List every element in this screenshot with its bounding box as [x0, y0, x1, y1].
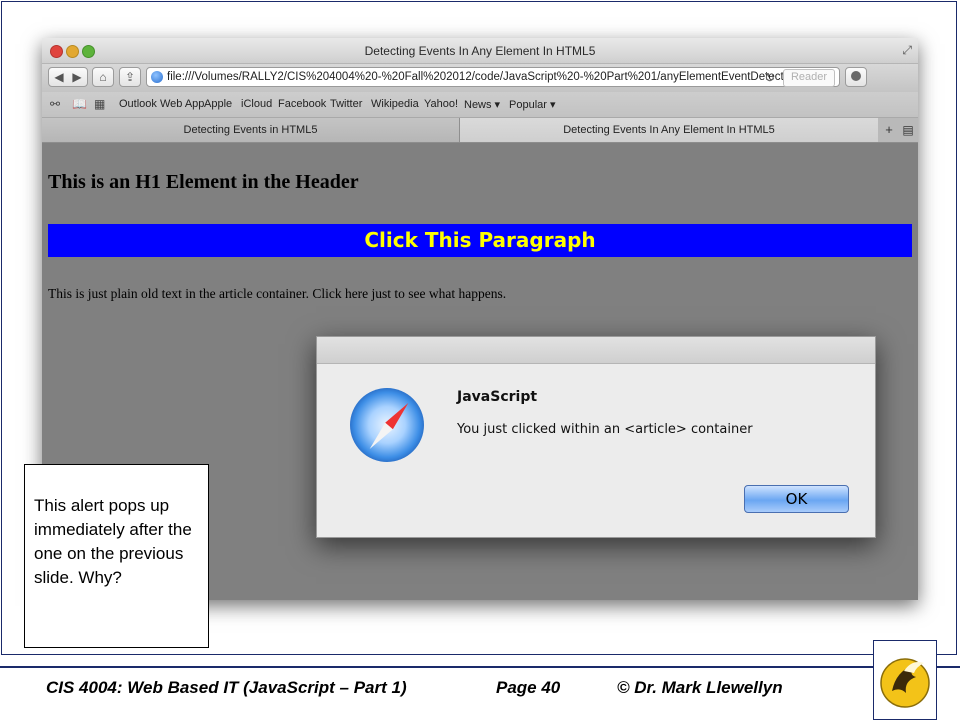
footer-course: CIS 4004: Web Based IT (JavaScript – Par…	[46, 678, 407, 697]
bookmark-item[interactable]: News ▾	[464, 98, 500, 111]
javascript-alert-dialog: JavaScript You just clicked within an <a…	[316, 336, 876, 538]
header-h1[interactable]: This is an H1 Element in the Header	[48, 171, 359, 194]
title-bar: Detecting Events In Any Element In HTML5…	[42, 38, 918, 64]
bookmarks-icon[interactable]: 📖	[72, 97, 87, 111]
downloads-icon	[851, 71, 861, 81]
reading-list-icon[interactable]: ⚯	[50, 97, 60, 111]
forward-icon[interactable]: ▶	[68, 68, 86, 86]
reload-icon[interactable]: ↻	[764, 70, 775, 86]
tab-view-icon[interactable]: ▤	[899, 120, 917, 140]
downloads-button[interactable]	[845, 67, 867, 87]
new-tab-icon[interactable]: +	[880, 120, 898, 140]
share-button[interactable]: ⇪	[119, 67, 141, 87]
callout-box: This alert pops up immediately after the…	[24, 464, 209, 648]
bookmarks-bar: ⚯ 📖 ▦ Outlook Web App Apple iCloud Faceb…	[42, 92, 918, 118]
bookmark-item[interactable]: Yahoo!	[424, 98, 458, 110]
url-text[interactable]: file:///Volumes/RALLY2/CIS%204004%20-%20…	[167, 71, 824, 83]
alert-title-bar	[317, 337, 875, 364]
home-button[interactable]: ⌂	[92, 67, 114, 87]
bookmark-item[interactable]: Apple	[204, 98, 232, 110]
bookmark-item[interactable]: Facebook	[278, 98, 326, 110]
tab-detecting-events[interactable]: Detecting Events in HTML5	[42, 118, 460, 142]
reader-button[interactable]: Reader	[783, 69, 835, 87]
article-text[interactable]: This is just plain old text in the artic…	[48, 286, 506, 302]
ucf-pegasus-logo	[873, 640, 937, 720]
alert-title: JavaScript	[457, 389, 538, 405]
footer-divider	[0, 666, 960, 668]
tab-bar: Detecting Events in HTML5 Detecting Even…	[42, 118, 918, 143]
back-icon[interactable]: ◀	[50, 68, 68, 86]
safari-compass-icon	[350, 388, 424, 462]
paragraph-text[interactable]: Click This Paragraph	[364, 228, 595, 252]
bookmark-item[interactable]: Twitter	[330, 98, 362, 110]
compass-needle-white	[365, 422, 393, 453]
footer-author: © Dr. Mark Llewellyn	[617, 678, 783, 697]
address-bar[interactable]: file:///Volumes/RALLY2/CIS%204004%20-%20…	[146, 67, 840, 87]
bookmark-item[interactable]: Outlook Web App	[119, 98, 204, 110]
globe-icon	[151, 71, 163, 83]
back-forward-buttons[interactable]: ◀ ▶	[48, 67, 88, 87]
window-title: Detecting Events In Any Element In HTML5	[364, 44, 596, 58]
ok-button[interactable]: OK	[744, 485, 849, 513]
click-paragraph[interactable]: Click This Paragraph	[48, 224, 912, 257]
toolbar: ◀ ▶ ⌂ ⇪ file:///Volumes/RALLY2/CIS%204004…	[42, 64, 918, 92]
bookmark-item[interactable]: Wikipedia	[371, 98, 419, 110]
fullscreen-icon[interactable]: ⤢	[902, 43, 912, 58]
tab-any-element[interactable]: Detecting Events In Any Element In HTML5	[460, 118, 878, 142]
pegasus-logo-icon	[880, 658, 930, 708]
compass-needle-red	[385, 399, 413, 430]
bookmark-item[interactable]: Popular ▾	[509, 98, 556, 111]
top-sites-icon[interactable]: ▦	[94, 97, 105, 111]
alert-message: You just clicked within an <article> con…	[457, 422, 753, 437]
bookmark-item[interactable]: iCloud	[241, 98, 272, 110]
footer-page: Page 40	[496, 678, 561, 697]
